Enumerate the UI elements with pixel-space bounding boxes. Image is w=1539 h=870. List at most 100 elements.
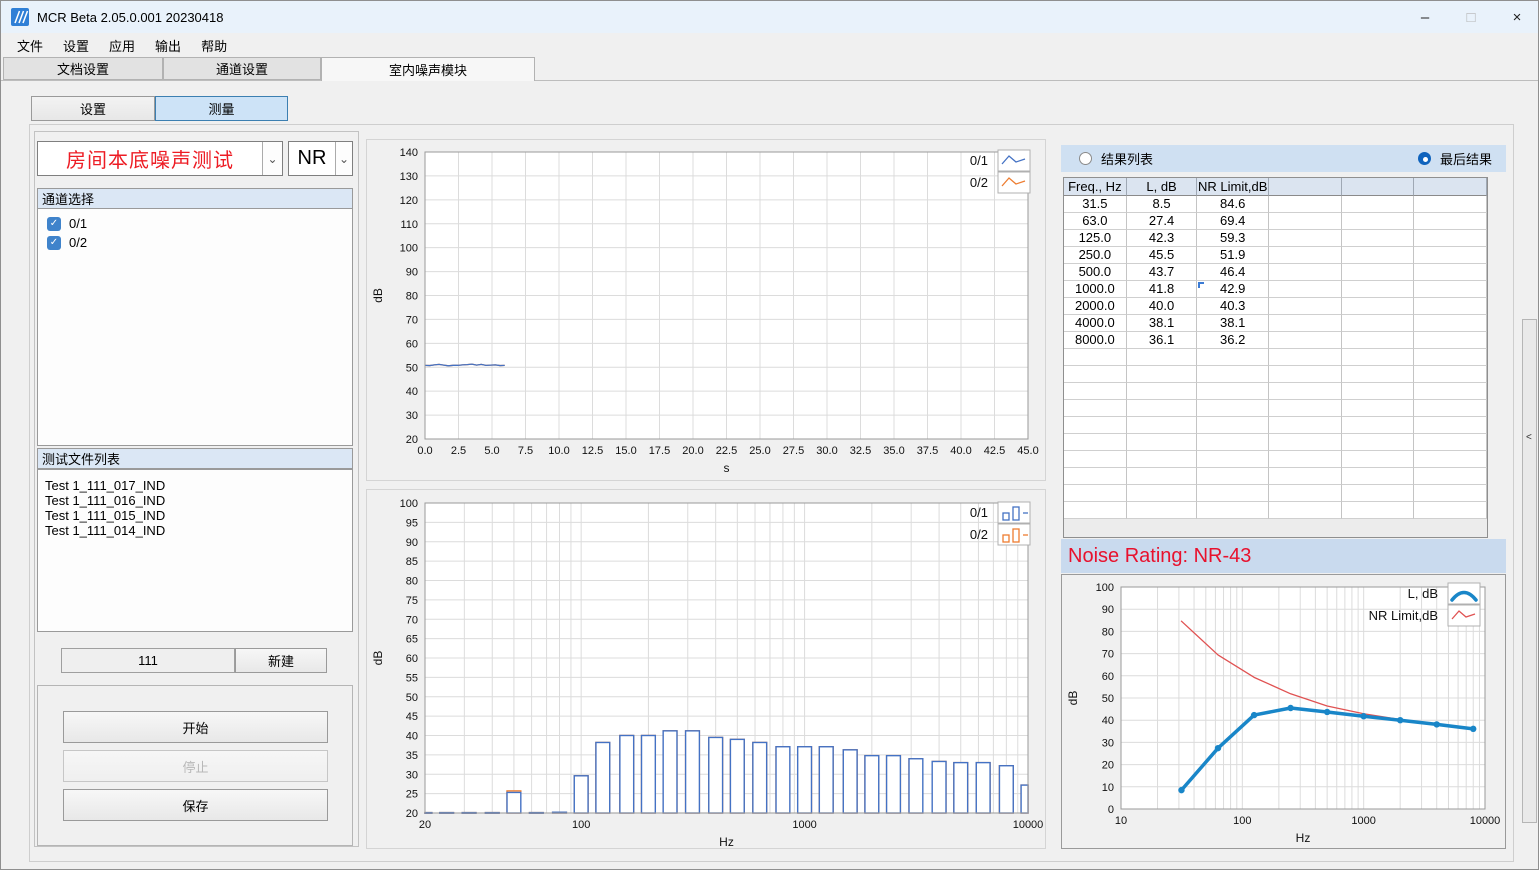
bar-0/1 <box>909 759 923 813</box>
table-cell <box>1342 332 1415 349</box>
table-row[interactable]: 500.043.746.4 <box>1064 264 1487 281</box>
table-cell: 42.3 <box>1127 230 1198 247</box>
chevron-down-icon[interactable]: ⌄ <box>335 142 352 175</box>
panel-collapse-button[interactable]: < <box>1522 319 1537 823</box>
menu-item-settings[interactable]: 设置 <box>53 33 99 58</box>
table-header-cell[interactable] <box>1269 178 1342 196</box>
table-row[interactable]: 250.045.551.9 <box>1064 247 1487 264</box>
menu-item-help[interactable]: 帮助 <box>191 33 237 58</box>
minimize-icon[interactable]: – <box>1402 1 1448 33</box>
table-cell <box>1127 434 1198 451</box>
table-cell <box>1414 400 1487 417</box>
table-row[interactable]: 31.58.584.6 <box>1064 196 1487 213</box>
table-cell <box>1269 468 1342 485</box>
checkbox-checked-icon[interactable]: ✓ <box>47 217 61 231</box>
chevron-down-icon[interactable]: ⌄ <box>262 142 282 175</box>
svg-text:50: 50 <box>1102 693 1114 705</box>
bar-0/1 <box>574 776 588 813</box>
table-cell <box>1064 434 1127 451</box>
table-header-cell[interactable] <box>1414 178 1487 196</box>
svg-text:10000: 10000 <box>1470 815 1501 827</box>
table-row[interactable]: 125.042.359.3 <box>1064 230 1487 247</box>
table-cell <box>1342 213 1415 230</box>
menu-item-application[interactable]: 应用 <box>99 33 145 58</box>
svg-text:120: 120 <box>400 195 418 207</box>
new-button[interactable]: 新建 <box>235 648 327 673</box>
table-header-cell[interactable]: NR Limit,dB <box>1197 178 1269 196</box>
table-row[interactable]: 8000.036.136.2 <box>1064 332 1487 349</box>
table-cell: 27.4 <box>1127 213 1198 230</box>
close-icon[interactable]: × <box>1494 1 1539 33</box>
svg-text:70: 70 <box>406 314 418 326</box>
table-row[interactable]: 2000.040.040.3 <box>1064 298 1487 315</box>
maximize-icon[interactable]: □ <box>1448 1 1494 33</box>
menu-item-output[interactable]: 输出 <box>145 33 191 58</box>
svg-text:37.5: 37.5 <box>917 445 938 457</box>
app-icon <box>11 8 29 26</box>
stop-button[interactable]: 停止 <box>63 750 328 782</box>
table-cell <box>1414 196 1487 213</box>
table-cell <box>1342 400 1415 417</box>
file-item[interactable]: Test 1_111_014_IND <box>38 523 352 538</box>
table-cell <box>1269 417 1342 434</box>
tab-indoor-noise-module[interactable]: 室内噪声模块 <box>321 57 535 81</box>
table-row <box>1064 383 1487 400</box>
table-header-cell[interactable] <box>1342 178 1415 196</box>
tab-document-settings[interactable]: 文档设置 <box>3 57 163 80</box>
time-history-chart-panel: 20304050607080901001101201301400.02.55.0… <box>366 139 1046 481</box>
channel-item[interactable]: ✓ 0/2 <box>38 233 352 252</box>
svg-text:20: 20 <box>419 819 431 831</box>
table-cell <box>1197 468 1269 485</box>
svg-text:35.0: 35.0 <box>883 445 904 457</box>
menu-item-file[interactable]: 文件 <box>7 33 53 58</box>
svg-text:50: 50 <box>406 362 418 374</box>
svg-text:7.5: 7.5 <box>518 445 533 457</box>
svg-text:L, dB: L, dB <box>1408 586 1438 601</box>
svg-text:20: 20 <box>406 434 418 446</box>
subtab-measure[interactable]: 测量 <box>155 96 288 121</box>
test-type-select[interactable]: 房间本底噪声测试 ⌄ <box>37 141 283 176</box>
titlebar: MCR Beta 2.05.0.001 20230418 – □ × <box>1 1 1539 33</box>
table-header-cell[interactable]: Freq., Hz <box>1064 178 1127 196</box>
table-row[interactable]: 1000.041.842.9 <box>1064 281 1487 298</box>
table-cell: 38.1 <box>1127 315 1198 332</box>
svg-text:55: 55 <box>406 672 418 684</box>
table-cell <box>1269 451 1342 468</box>
filename-input[interactable]: 111 <box>61 648 235 673</box>
file-item[interactable]: Test 1_111_015_IND <box>38 508 352 523</box>
table-row[interactable]: 63.027.469.4 <box>1064 213 1487 230</box>
file-item[interactable]: Test 1_111_016_IND <box>38 493 352 508</box>
bar-0/1 <box>507 792 521 813</box>
svg-text:dB: dB <box>1066 691 1080 706</box>
channel-item-label: 0/2 <box>69 235 87 250</box>
table-row <box>1064 434 1487 451</box>
svg-text:0.0: 0.0 <box>417 445 432 457</box>
nr-chart-panel: 010203040506070809010010100100010000dBHz… <box>1061 574 1506 849</box>
channel-item[interactable]: ✓0/1 <box>38 214 352 233</box>
table-row[interactable]: 4000.038.138.1 <box>1064 315 1487 332</box>
subtab-settings[interactable]: 设置 <box>31 96 155 121</box>
bar-0/1 <box>843 750 857 813</box>
radio-last-result[interactable] <box>1418 152 1431 165</box>
svg-text:1000: 1000 <box>792 819 816 831</box>
table-cell: 45.5 <box>1127 247 1198 264</box>
table-cell <box>1414 349 1487 366</box>
table-header-row[interactable]: Freq., HzL, dBNR Limit,dB <box>1064 178 1487 196</box>
svg-text:2.5: 2.5 <box>451 445 466 457</box>
table-cell: 125.0 <box>1064 230 1127 247</box>
start-button[interactable]: 开始 <box>63 711 328 743</box>
file-item[interactable]: Test 1_111_017_IND <box>38 478 352 493</box>
checkbox-checked-icon[interactable]: ✓ <box>47 236 61 250</box>
table-cell <box>1127 400 1198 417</box>
tab-channel-settings[interactable]: 通道设置 <box>163 57 321 80</box>
table-header-cell[interactable]: L, dB <box>1127 178 1198 196</box>
rating-standard-select[interactable]: NR ⌄ <box>288 141 353 176</box>
table-cell <box>1342 417 1415 434</box>
table-cell: 36.2 <box>1197 332 1269 349</box>
radio-result-list[interactable] <box>1079 152 1092 165</box>
save-button[interactable]: 保存 <box>63 789 328 821</box>
table-cell: 250.0 <box>1064 247 1127 264</box>
table-row <box>1064 366 1487 383</box>
svg-text:60: 60 <box>406 338 418 350</box>
table-cell <box>1127 468 1198 485</box>
